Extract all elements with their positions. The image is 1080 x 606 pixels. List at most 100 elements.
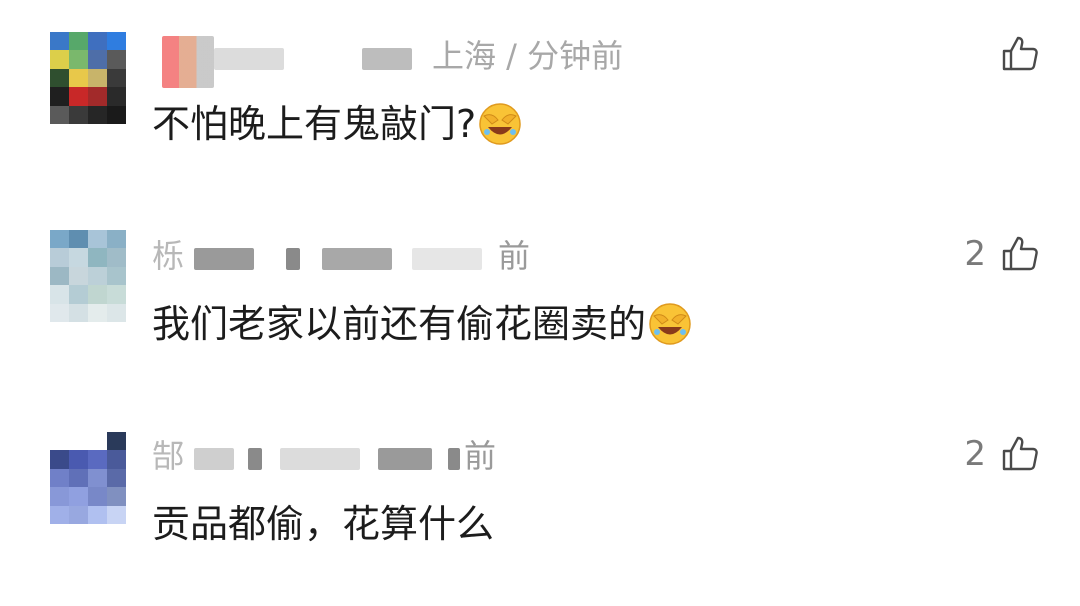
username-redacted — [322, 248, 392, 270]
avatar-pixel — [107, 87, 126, 106]
comment-meta: 上海 / 分钟前 — [152, 34, 852, 88]
avatar-pixel — [69, 248, 88, 267]
avatar-pixel — [88, 50, 107, 69]
comment-text: 不怕晚上有鬼敲门? — [152, 100, 522, 148]
username-redacted — [362, 48, 412, 70]
username-redacted: 郜 — [152, 437, 185, 475]
like-count: 2 — [964, 234, 986, 274]
avatar-pixel — [50, 303, 69, 322]
avatar-pixel — [50, 450, 69, 469]
location-time: 前 — [464, 437, 497, 475]
avatar-pixel — [50, 487, 69, 506]
avatar-pixel — [69, 50, 88, 69]
avatar-pixel — [69, 87, 88, 106]
location-time: 上海 / 分钟前 — [432, 37, 624, 75]
avatar-pixel — [107, 68, 126, 88]
comment-item: 上海 / 分钟前 不怕晚上有鬼敲门? — [0, 0, 1080, 200]
facepalm-laugh-emoji-icon — [479, 103, 521, 145]
comment-text-content: 我们老家以前还有偷花圈卖的 — [152, 302, 647, 346]
like-count: 2 — [964, 434, 986, 474]
avatar-pixel — [88, 32, 107, 51]
avatar-pixel — [69, 303, 88, 322]
username-redacted — [162, 36, 214, 88]
avatar-pixel — [69, 68, 88, 88]
avatar-pixel — [88, 432, 107, 451]
avatar-pixel — [107, 303, 126, 322]
username-redacted — [378, 448, 432, 470]
avatar-pixel — [69, 468, 88, 488]
username-redacted — [286, 248, 300, 270]
comment-item: 栎 前 我们老家以前还有偷花圈卖的 2 — [0, 200, 1080, 400]
avatar-pixel — [50, 87, 69, 106]
avatar-pixel — [69, 285, 88, 304]
like-button[interactable] — [986, 32, 1040, 76]
avatar-pixel — [69, 230, 88, 249]
avatar-pixel — [50, 248, 69, 267]
comment-text-content: 不怕晚上有鬼敲门? — [152, 102, 477, 146]
like-button[interactable]: 2 — [964, 232, 1040, 276]
avatar-pixel — [69, 32, 88, 51]
like-button[interactable]: 2 — [964, 432, 1040, 476]
avatar-pixel — [88, 266, 107, 286]
comment-text-content: 贡品都偷，花算什么 — [152, 502, 495, 546]
avatar-pixel — [88, 505, 107, 524]
username-redacted — [448, 448, 460, 470]
avatar-pixel — [88, 468, 107, 488]
avatar-pixel — [69, 266, 88, 286]
avatar-pixel — [50, 105, 69, 124]
avatar-pixel — [50, 230, 69, 249]
avatar[interactable] — [50, 230, 126, 322]
avatar-pixel — [107, 266, 126, 286]
avatar-pixel — [69, 432, 88, 451]
thumbs-up-icon — [1002, 236, 1038, 271]
avatar-pixel — [107, 32, 126, 51]
avatar-pixel — [107, 450, 126, 469]
avatar-pixel — [50, 505, 69, 524]
comment-meta: 栎 前 — [152, 234, 852, 278]
avatar-pixel — [88, 248, 107, 267]
avatar-pixel — [69, 105, 88, 124]
thumbs-up-icon — [1002, 36, 1038, 71]
avatar-pixel — [69, 505, 88, 524]
thumbs-up-icon — [1002, 436, 1038, 471]
avatar-pixel — [107, 468, 126, 488]
avatar-pixel — [107, 487, 126, 506]
avatar-pixel — [69, 487, 88, 506]
username-redacted — [280, 448, 360, 470]
avatar-pixel — [50, 432, 69, 451]
avatar-pixel — [88, 230, 107, 249]
avatar-pixel — [69, 450, 88, 469]
avatar-pixel — [88, 450, 107, 469]
avatar-pixel — [107, 50, 126, 69]
location-time: 前 — [498, 237, 531, 275]
avatar-pixel — [50, 50, 69, 69]
avatar-pixel — [88, 487, 107, 506]
avatar-pixel — [50, 266, 69, 286]
avatar-pixel — [50, 468, 69, 488]
comment-text: 我们老家以前还有偷花圈卖的 — [152, 300, 692, 348]
avatar-pixel — [88, 87, 107, 106]
comment-text: 贡品都偷，花算什么 — [152, 500, 494, 548]
username-redacted — [214, 48, 284, 70]
avatar[interactable] — [50, 432, 126, 524]
avatar-pixel — [88, 285, 107, 304]
avatar-pixel — [107, 105, 126, 124]
username-redacted — [248, 448, 262, 470]
avatar-pixel — [50, 32, 69, 51]
username-redacted: 栎 — [152, 237, 185, 275]
avatar-pixel — [107, 285, 126, 304]
avatar-pixel — [107, 248, 126, 267]
username-redacted — [194, 248, 254, 270]
facepalm-laugh-emoji-icon — [649, 303, 691, 345]
avatar-pixel — [107, 230, 126, 249]
username-redacted — [194, 448, 234, 470]
avatar[interactable] — [50, 32, 126, 124]
avatar-pixel — [50, 68, 69, 88]
comment-meta: 郜 前 — [152, 434, 852, 478]
avatar-pixel — [88, 68, 107, 88]
avatar-pixel — [107, 505, 126, 524]
username-redacted — [412, 248, 482, 270]
avatar-pixel — [107, 432, 126, 451]
avatar-pixel — [88, 105, 107, 124]
avatar-pixel — [88, 303, 107, 322]
